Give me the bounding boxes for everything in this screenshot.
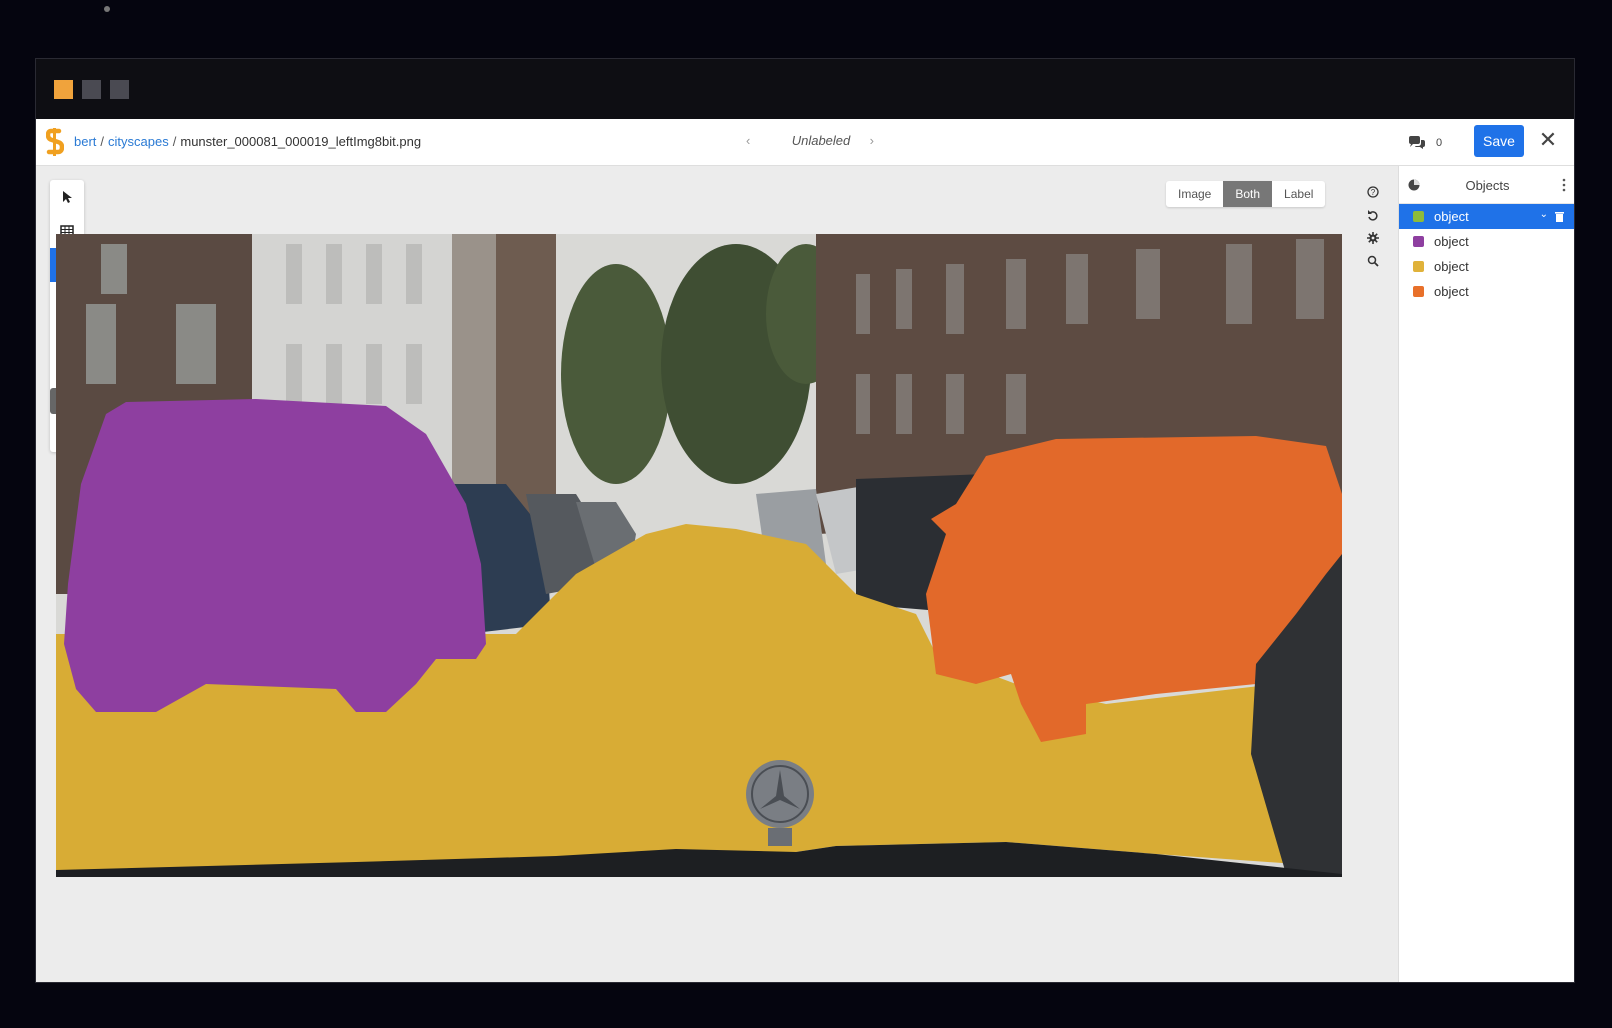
pointer-icon[interactable] xyxy=(50,180,84,214)
object-color-swatch xyxy=(1413,261,1424,272)
app-window: bert / cityscapes / munster_000081_000019_le… xyxy=(35,58,1575,983)
view-image-button[interactable]: Image xyxy=(1166,181,1223,207)
breadcrumb-separator: / xyxy=(172,134,177,149)
comments-button[interactable]: 0 xyxy=(1408,133,1442,153)
view-both-button[interactable]: Both xyxy=(1223,181,1273,207)
view-label-button[interactable]: Label xyxy=(1272,181,1325,207)
object-color-swatch xyxy=(1413,211,1424,222)
objects-title: Objects xyxy=(1465,178,1510,193)
chevron-down-icon[interactable]: ⌄ xyxy=(1540,209,1548,220)
next-item-icon[interactable]: › xyxy=(870,133,874,148)
help-icon[interactable]: ? xyxy=(1362,180,1384,203)
canvas-controls: ? xyxy=(1362,180,1384,272)
previous-item-icon[interactable]: ‹ xyxy=(746,133,750,148)
breadcrumb-separator: / xyxy=(100,134,105,149)
undo-icon[interactable] xyxy=(1362,203,1384,226)
breadcrumb-dataset-link[interactable]: cityscapes xyxy=(108,134,169,149)
street-scene-image xyxy=(56,234,1342,877)
save-button[interactable]: Save xyxy=(1474,125,1524,157)
zoom-icon[interactable] xyxy=(1362,249,1384,272)
view-mode-toggle: Image Both Label xyxy=(1166,181,1326,207)
object-color-swatch xyxy=(1413,236,1424,247)
breadcrumb-user-link[interactable]: bert xyxy=(74,134,96,149)
svg-text:?: ? xyxy=(1371,188,1376,197)
object-label: object xyxy=(1434,209,1469,224)
object-label: object xyxy=(1434,284,1469,299)
object-row[interactable]: object xyxy=(1399,279,1574,304)
label-status-text: Unlabeled xyxy=(791,133,851,148)
tree xyxy=(561,264,671,484)
app-header: bert / cityscapes / munster_000081_000019_le… xyxy=(36,119,1574,166)
object-row[interactable]: object xyxy=(1399,254,1574,279)
left-car-mask xyxy=(64,399,486,712)
object-label: object xyxy=(1434,234,1469,249)
object-row[interactable]: object xyxy=(1399,229,1574,254)
object-row[interactable]: object ⌄ xyxy=(1399,204,1574,229)
more-options-icon[interactable] xyxy=(1562,178,1566,192)
object-label: object xyxy=(1434,259,1469,274)
objects-sidebar: Objects object ⌄ object object object xyxy=(1398,166,1574,982)
breadcrumb: bert / cityscapes / munster_000081_000019_le… xyxy=(74,134,421,149)
desktop-dot xyxy=(104,6,110,12)
breadcrumb-filename: munster_000081_000019_leftImg8bit.png xyxy=(180,134,422,149)
window-maximize-control[interactable] xyxy=(110,80,129,99)
annotation-canvas[interactable] xyxy=(56,234,1342,877)
object-color-swatch xyxy=(1413,286,1424,297)
window-minimize-control[interactable] xyxy=(82,80,101,99)
objects-header: Objects xyxy=(1399,166,1574,204)
window-close-control[interactable] xyxy=(54,80,73,99)
app-logo-icon[interactable] xyxy=(46,128,64,156)
window-titlebar xyxy=(36,59,1574,119)
close-icon[interactable]: ✕ xyxy=(1536,126,1560,154)
settings-icon[interactable] xyxy=(1362,226,1384,249)
trash-icon[interactable] xyxy=(1555,211,1564,222)
comments-count: 0 xyxy=(1436,137,1443,149)
editor-workspace: Image Both Label ? xyxy=(36,166,1398,982)
comments-icon xyxy=(1409,136,1425,149)
label-status-nav: ‹ Unlabeled › xyxy=(746,133,896,153)
